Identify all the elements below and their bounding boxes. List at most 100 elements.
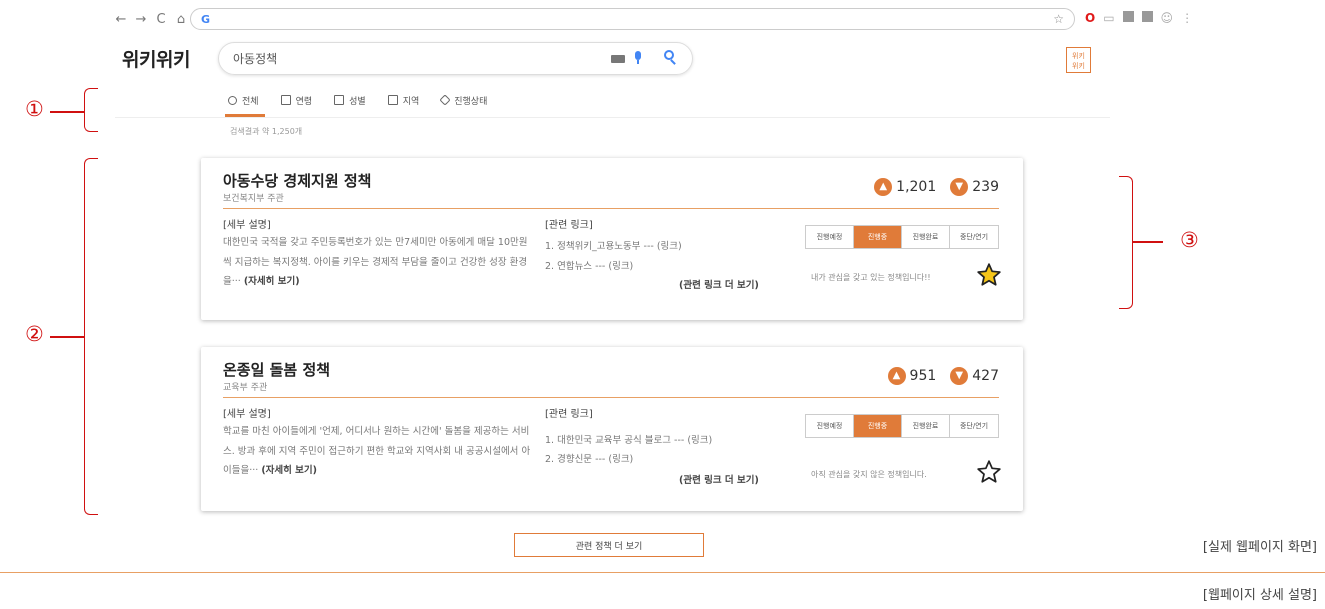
like-count: 1,201 (896, 179, 937, 195)
vote-counts: ▲ 1,201 ▼ 239 (874, 178, 999, 196)
related-link[interactable]: 2. 연합뉴스 --- (링크) (545, 258, 633, 272)
annotation-1-line (50, 111, 84, 113)
calendar-icon (280, 95, 291, 105)
annotation-2-bracket (84, 158, 98, 515)
extension-icon-2[interactable] (1141, 11, 1153, 22)
opera-icon[interactable]: O (1085, 11, 1095, 25)
tab-label: 지역 (402, 96, 420, 107)
tab-all[interactable]: 전체 (228, 93, 259, 107)
status-suspended-button[interactable]: 중단/연기 (950, 226, 998, 248)
detail-description: 대한민국 국적을 갖고 주민등록번호가 있는 만7세미만 아동에게 매달 10만… (223, 233, 535, 292)
reload-icon[interactable]: C (155, 12, 167, 27)
status-planned-button[interactable]: 진행예정 (806, 415, 854, 437)
star-outline-icon[interactable] (976, 459, 1002, 489)
thumbs-up-icon[interactable]: ▲ (874, 178, 893, 196)
status-toggle-group: 진행예정 진행중 진행완료 중단/연기 (805, 414, 999, 438)
thumbs-up-icon[interactable]: ▲ (887, 367, 906, 385)
status-in-progress-button[interactable]: 진행중 (854, 226, 902, 248)
search-input[interactable] (233, 51, 593, 66)
detail-description: 학교를 마친 아이들에게 '언제, 어디서나 원하는 시간에' 돌봄을 제공하는… (223, 422, 535, 481)
interest-text: 내가 관심을 갖고 있는 정책입니다!! (811, 273, 931, 282)
detail-page-label: [웹페이지 상세 설명] (1202, 588, 1317, 603)
actual-page-label: [실제 웹페이지 화면] (1202, 540, 1317, 555)
status-in-progress-button[interactable]: 진행중 (854, 415, 902, 437)
search-icon[interactable] (664, 50, 678, 65)
status-completed-button[interactable]: 진행완료 (902, 226, 950, 248)
annotation-1-bracket (84, 88, 98, 132)
extension-bar: O ▭ ☺ ⋮ (1085, 11, 1193, 25)
browser-toolbar: ← → C ⌂ G ☆ O ▭ ☺ ⋮ (115, 6, 1193, 32)
tab-label: 성별 (349, 96, 366, 107)
more-policies-button[interactable]: 관련 정책 더 보기 (514, 533, 704, 557)
home-icon[interactable]: ⌂ (175, 12, 187, 27)
policy-ministry: 보건복지부 주관 (223, 194, 284, 204)
thumbs-down-icon[interactable]: ▼ (950, 367, 969, 385)
search-bar (218, 42, 693, 75)
keyboard-icon[interactable] (611, 55, 625, 63)
filter-tabs: 전체 연령 성별 지역 진행상태 (228, 93, 509, 107)
vote-counts: ▲ 951 ▼ 427 (887, 367, 999, 385)
links-heading: [관련 링크] (545, 220, 593, 231)
policy-title[interactable]: 온종일 돌봄 정책 (223, 359, 330, 380)
list-icon (334, 95, 345, 105)
annotation-3-line (1133, 241, 1163, 243)
profile-icon[interactable]: ☺ (1161, 11, 1174, 25)
annotation-3-bracket (1119, 176, 1133, 309)
tab-label: 진행상태 (454, 96, 488, 107)
back-icon[interactable]: ← (115, 12, 127, 27)
dislike-count: 239 (972, 179, 999, 195)
policy-ministry: 교육부 주관 (223, 383, 268, 393)
cast-icon[interactable]: ▭ (1103, 11, 1114, 25)
status-planned-button[interactable]: 진행예정 (806, 226, 854, 248)
tag-icon (439, 94, 451, 106)
related-link[interactable]: 1. 대한민국 교육부 공식 블로그 --- (링크) (545, 432, 712, 446)
annotation-2-line (50, 336, 84, 338)
result-count: 검색결과 약 1,250개 (230, 127, 303, 136)
thumbs-down-icon[interactable]: ▼ (950, 178, 969, 196)
tab-label: 전체 (242, 96, 259, 107)
menu-icon[interactable]: ⋮ (1181, 11, 1193, 25)
star-filled-icon[interactable] (976, 262, 1002, 292)
detail-heading: [세부 설명] (223, 409, 271, 420)
detail-heading: [세부 설명] (223, 220, 271, 231)
links-more-link[interactable]: (관련 링크 더 보기) (679, 472, 759, 486)
links-heading: [관련 링크] (545, 409, 593, 420)
extension-icon[interactable] (1122, 11, 1134, 22)
forward-icon[interactable]: → (135, 12, 147, 27)
tab-gender[interactable]: 성별 (334, 93, 366, 107)
bookmark-star-icon[interactable]: ☆ (1053, 12, 1064, 26)
like-count: 951 (909, 368, 937, 384)
address-bar[interactable]: G ☆ (190, 8, 1075, 30)
card-divider (223, 208, 999, 209)
status-toggle-group: 진행예정 진행중 진행완료 중단/연기 (805, 225, 999, 249)
tab-status[interactable]: 진행상태 (439, 93, 488, 107)
map-icon (387, 95, 398, 105)
brand-badge[interactable]: 위키 위키 (1066, 47, 1091, 73)
tab-label: 연령 (295, 96, 313, 107)
microphone-icon[interactable] (634, 51, 642, 65)
status-suspended-button[interactable]: 중단/연기 (950, 415, 998, 437)
section-divider (0, 572, 1325, 573)
policy-card: 온종일 돌봄 정책 교육부 주관 ▲ 951 ▼ 427 [세부 설명] 학교를… (201, 347, 1023, 511)
card-divider (223, 397, 999, 398)
tab-region[interactable]: 지역 (387, 93, 420, 107)
related-link[interactable]: 1. 정책위키_고용노동부 --- (링크) (545, 238, 682, 252)
dislike-count: 427 (972, 368, 999, 384)
annotation-1: ① (25, 97, 44, 121)
browser-nav: ← → C ⌂ (115, 12, 197, 27)
detail-more-link[interactable]: (자세히 보기) (244, 276, 300, 287)
policy-card: 아동수당 경제지원 정책 보건복지부 주관 ▲ 1,201 ▼ 239 [세부 … (201, 158, 1023, 320)
search-icon (228, 95, 237, 105)
policy-title[interactable]: 아동수당 경제지원 정책 (223, 170, 371, 191)
links-more-link[interactable]: (관련 링크 더 보기) (679, 277, 759, 291)
status-completed-button[interactable]: 진행완료 (902, 415, 950, 437)
site-logo[interactable]: 위키위키 (122, 45, 190, 72)
tab-age[interactable]: 연령 (280, 93, 313, 107)
detail-more-link[interactable]: (자세히 보기) (261, 465, 317, 476)
annotation-3: ③ (1180, 228, 1199, 252)
interest-text: 아직 관심을 갖지 않은 정책입니다. (811, 470, 927, 479)
annotation-2: ② (25, 322, 44, 346)
tabs-divider (115, 117, 1110, 118)
related-link[interactable]: 2. 경향신문 --- (링크) (545, 451, 633, 465)
google-icon: G (201, 12, 211, 26)
